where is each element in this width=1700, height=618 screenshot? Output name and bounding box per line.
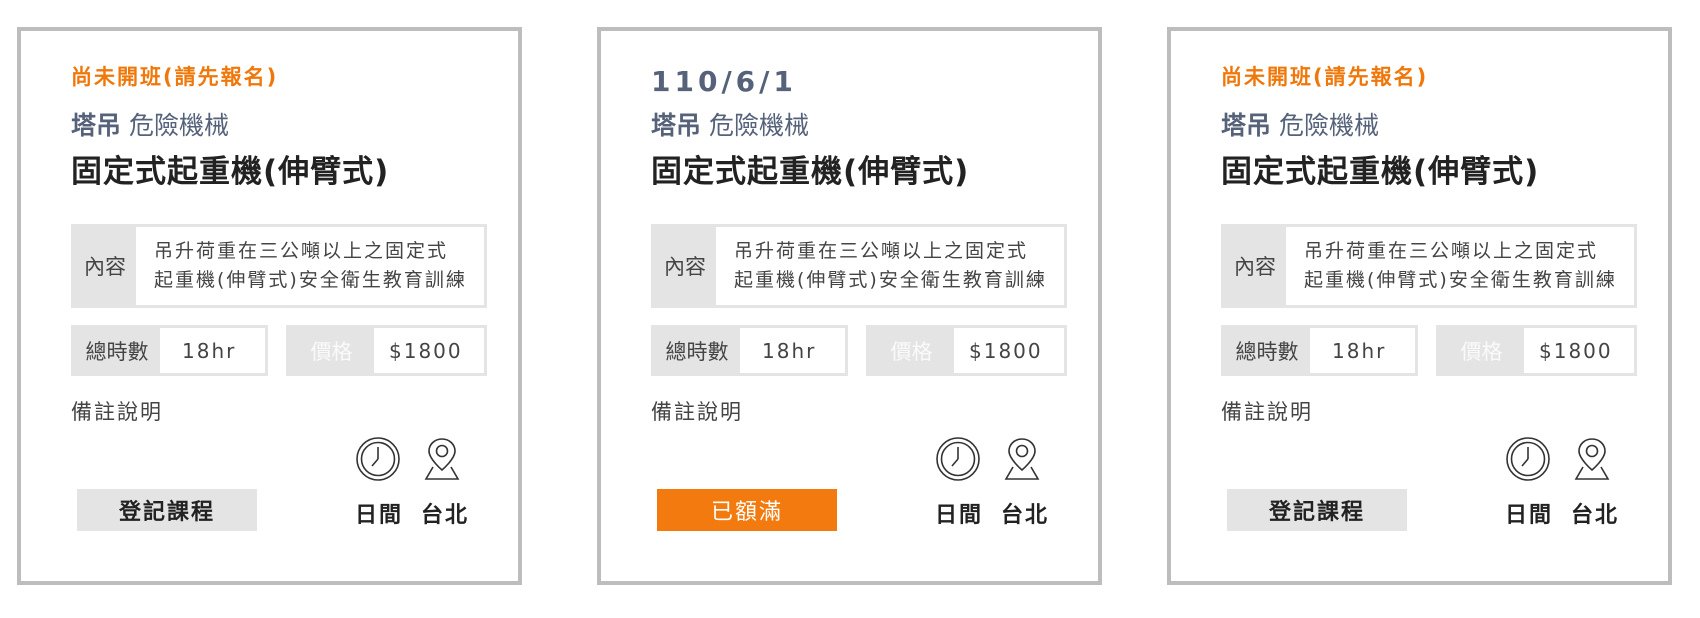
content-line: 起重機(伸臂式)安全衛生教育訓練 <box>1304 269 1617 291</box>
category-main: 塔吊 <box>651 111 702 140</box>
course-category: 塔吊 危險機械 <box>71 106 229 142</box>
note-text: 備註說明 <box>651 400 743 424</box>
map-pin-icon <box>1004 438 1040 480</box>
content-line: 吊升荷重在三公噸以上之固定式 <box>734 240 1029 262</box>
location-label: 台北 <box>421 503 470 528</box>
hours-label: 總時數 <box>74 328 160 373</box>
hours-box: 總時數 18hr <box>651 325 848 376</box>
content-box: 內容 吊升荷重在三公噸以上之固定式 起重機(伸臂式)安全衛生教育訓練 <box>71 224 487 308</box>
map-pin-icon <box>424 438 460 480</box>
register-course-button[interactable]: 登記課程 <box>77 489 257 531</box>
price-box: 價格 $1800 <box>286 325 487 376</box>
category-main: 塔吊 <box>1221 111 1272 140</box>
content-description: 吊升荷重在三公噸以上之固定式 起重機(伸臂式)安全衛生教育訓練 <box>734 237 1047 295</box>
course-status: 尚未開班(請先報名) <box>1221 65 1429 89</box>
course-title: 固定式起重機(伸臂式) <box>71 154 390 190</box>
content-description: 吊升荷重在三公噸以上之固定式 起重機(伸臂式)安全衛生教育訓練 <box>1304 237 1617 295</box>
full-button[interactable]: 已額滿 <box>657 489 837 531</box>
note-text: 備註說明 <box>1221 400 1313 424</box>
category-sub: 危險機械 <box>1278 111 1379 140</box>
course-category: 塔吊 危險機械 <box>1221 106 1379 142</box>
hours-label: 總時數 <box>654 328 740 373</box>
time-label: 日間 <box>355 503 404 528</box>
clock-icon <box>1506 437 1550 481</box>
content-box: 內容 吊升荷重在三公噸以上之固定式 起重機(伸臂式)安全衛生教育訓練 <box>1221 224 1637 308</box>
clock-icon <box>356 437 400 481</box>
content-box: 內容 吊升荷重在三公噸以上之固定式 起重機(伸臂式)安全衛生教育訓練 <box>651 224 1067 308</box>
course-status: 尚未開班(請先報名) <box>71 65 279 89</box>
price-label: 價格 <box>869 328 954 373</box>
location-label: 台北 <box>1571 503 1620 528</box>
course-title: 固定式起重機(伸臂式) <box>1221 154 1540 190</box>
hours-box: 總時數 18hr <box>71 325 268 376</box>
category-sub: 危險機械 <box>128 111 229 140</box>
content-line: 吊升荷重在三公噸以上之固定式 <box>154 240 449 262</box>
hours-label: 總時數 <box>1224 328 1310 373</box>
hours-value: 18hr <box>762 338 817 363</box>
content-line: 起重機(伸臂式)安全衛生教育訓練 <box>154 269 467 291</box>
course-category: 塔吊 危險機械 <box>651 106 809 142</box>
note-text: 備註說明 <box>71 400 163 424</box>
course-date: 110/6/1 <box>651 65 797 98</box>
content-description: 吊升荷重在三公噸以上之固定式 起重機(伸臂式)安全衛生教育訓練 <box>154 237 467 295</box>
price-value: $1800 <box>969 338 1043 363</box>
time-label: 日間 <box>1505 503 1554 528</box>
content-line: 起重機(伸臂式)安全衛生教育訓練 <box>734 269 1047 291</box>
hours-box: 總時數 18hr <box>1221 325 1418 376</box>
map-pin-icon <box>1574 438 1610 480</box>
clock-icon <box>936 437 980 481</box>
register-course-button[interactable]: 登記課程 <box>1227 489 1407 531</box>
course-card: 尚未開班(請先報名) 塔吊 危險機械 固定式起重機(伸臂式) 內容 吊升荷重在三… <box>1167 27 1672 585</box>
course-title: 固定式起重機(伸臂式) <box>651 154 970 190</box>
course-card: 尚未開班(請先報名) 塔吊 危險機械 固定式起重機(伸臂式) 內容 吊升荷重在三… <box>17 27 522 585</box>
content-label: 內容 <box>1224 227 1286 305</box>
price-box: 價格 $1800 <box>866 325 1067 376</box>
category-sub: 危險機械 <box>708 111 809 140</box>
price-value: $1800 <box>389 338 463 363</box>
content-label: 內容 <box>654 227 716 305</box>
content-label: 內容 <box>74 227 136 305</box>
content-line: 吊升荷重在三公噸以上之固定式 <box>1304 240 1599 262</box>
price-label: 價格 <box>289 328 374 373</box>
location-label: 台北 <box>1001 503 1050 528</box>
time-label: 日間 <box>935 503 984 528</box>
price-value: $1800 <box>1539 338 1613 363</box>
price-label: 價格 <box>1439 328 1524 373</box>
hours-value: 18hr <box>1332 338 1387 363</box>
price-box: 價格 $1800 <box>1436 325 1637 376</box>
hours-value: 18hr <box>182 338 237 363</box>
course-card: 110/6/1 塔吊 危險機械 固定式起重機(伸臂式) 內容 吊升荷重在三公噸以… <box>597 27 1102 585</box>
category-main: 塔吊 <box>71 111 122 140</box>
